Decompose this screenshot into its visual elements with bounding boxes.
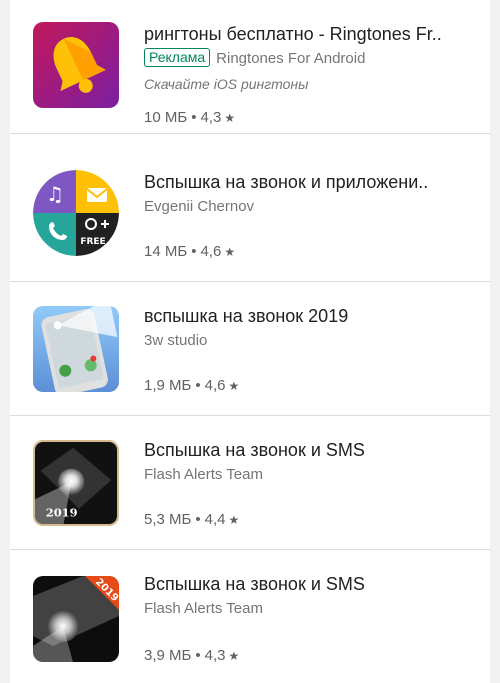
app-meta: 14 МБ • 4,6 ★ bbox=[144, 242, 235, 262]
star-icon: ★ bbox=[228, 649, 240, 663]
app-card[interactable]: 2019 Вспышка на звонок и SMS Flash Alert… bbox=[10, 416, 490, 550]
app-size: 1,9 МБ bbox=[144, 377, 192, 394]
app-title: вспышка на звонок 2019 bbox=[144, 306, 349, 326]
app-rating: 4,6 bbox=[204, 377, 226, 394]
star-icon: ★ bbox=[224, 111, 236, 125]
app-card[interactable]: вспышка на звонок 2019 3w studio 1,9 МБ •… bbox=[10, 282, 490, 416]
star-icon: ★ bbox=[228, 379, 240, 393]
developer-name[interactable]: Evgenii Chernov bbox=[144, 196, 478, 217]
app-rating: 4,3 bbox=[200, 109, 222, 126]
app-title: Вспышка на звонок и SMS bbox=[144, 574, 365, 594]
separator: • bbox=[191, 109, 197, 126]
separator: • bbox=[195, 511, 201, 528]
quad-flash-icon: ♫ FREE bbox=[33, 170, 119, 256]
app-card[interactable]: ♫ FREE Вспышка на звонок и приложени.. E… bbox=[10, 148, 490, 282]
ad-badge: Реклама bbox=[144, 48, 211, 67]
phone-flash-icon bbox=[33, 306, 119, 392]
app-title: Вспышка на звонок и приложени.. bbox=[144, 172, 429, 192]
flashlight-icon: 2019 bbox=[33, 576, 119, 662]
app-meta: 10 МБ • 4,3 ★ bbox=[144, 108, 235, 128]
bell-icon bbox=[33, 22, 119, 108]
promo-text: Скачайте iOS рингтоны bbox=[144, 76, 309, 92]
app-title: рингтоны бесплатно - Ringtones Fr.. bbox=[144, 24, 442, 44]
svg-text:FREE: FREE bbox=[80, 237, 105, 247]
star-icon: ★ bbox=[224, 245, 236, 259]
app-card[interactable]: рингтоны бесплатно - Ringtones Fr.. Рекл… bbox=[10, 0, 490, 134]
app-meta: 5,3 МБ • 4,4 ★ bbox=[144, 510, 239, 530]
app-size: 3,9 МБ bbox=[144, 647, 192, 664]
app-rating: 4,6 bbox=[200, 243, 222, 260]
flashlight-icon: 2019 bbox=[33, 440, 119, 526]
developer-name[interactable]: 3w studio bbox=[144, 330, 478, 351]
app-title: Вспышка на звонок и SMS bbox=[144, 440, 365, 460]
svg-text:♫: ♫ bbox=[46, 182, 64, 206]
app-card[interactable]: 2019 Вспышка на звонок и SMS Flash Alert… bbox=[10, 550, 490, 683]
developer-name[interactable]: Flash Alerts Team bbox=[144, 598, 478, 619]
app-size: 5,3 МБ bbox=[144, 511, 192, 528]
app-rating: 4,4 bbox=[204, 511, 226, 528]
star-icon: ★ bbox=[228, 513, 240, 527]
app-size: 14 МБ bbox=[144, 243, 188, 260]
separator: • bbox=[195, 647, 201, 664]
separator: • bbox=[195, 377, 201, 394]
app-rating: 4,3 bbox=[204, 647, 226, 664]
app-list: рингтоны бесплатно - Ringtones Fr.. Рекл… bbox=[10, 0, 490, 683]
svg-text:2019: 2019 bbox=[46, 505, 78, 519]
developer-name[interactable]: Ringtones For Android bbox=[216, 50, 365, 67]
app-size: 10 МБ bbox=[144, 109, 188, 126]
separator: • bbox=[191, 243, 197, 260]
app-meta: 1,9 МБ • 4,6 ★ bbox=[144, 376, 239, 396]
app-meta: 3,9 МБ • 4,3 ★ bbox=[144, 646, 239, 666]
developer-name[interactable]: Flash Alerts Team bbox=[144, 464, 478, 485]
